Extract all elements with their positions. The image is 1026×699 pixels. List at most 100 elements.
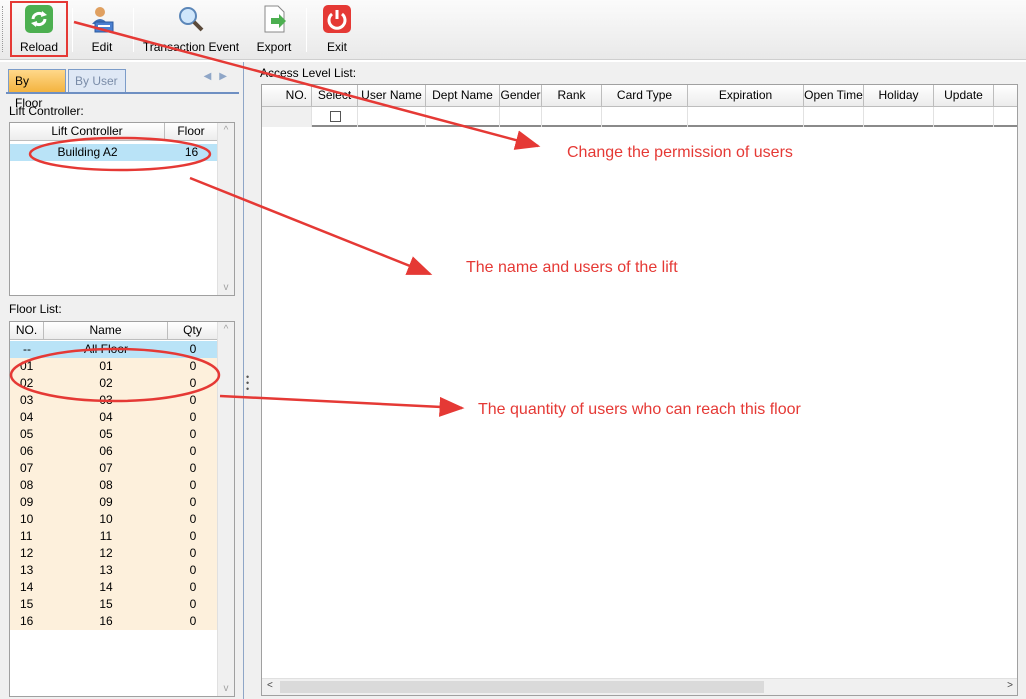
floor-row[interactable]: 16 16 0 bbox=[10, 613, 218, 630]
floor-qty: 0 bbox=[189, 342, 197, 356]
filter-cell[interactable] bbox=[500, 107, 542, 127]
floor-name: 07 bbox=[99, 461, 113, 475]
scroll-up-icon[interactable]: ^ bbox=[218, 324, 234, 335]
floor-row[interactable]: 06 06 0 bbox=[10, 443, 218, 460]
column-header-floor[interactable]: Floor bbox=[165, 123, 218, 141]
floor-no: 14 bbox=[20, 580, 34, 594]
scroll-thumb[interactable] bbox=[280, 681, 764, 693]
filter-cell bbox=[262, 107, 312, 127]
edit-button[interactable]: Edit bbox=[74, 0, 130, 58]
column-header-lift-controller[interactable]: Lift Controller bbox=[10, 123, 165, 141]
column-header-card-type[interactable]: Card Type bbox=[602, 85, 688, 107]
scroll-left-icon[interactable]: < bbox=[267, 680, 273, 691]
floor-name: 15 bbox=[99, 597, 113, 611]
export-button[interactable]: Export bbox=[250, 0, 298, 58]
floor-row[interactable]: 11 11 0 bbox=[10, 528, 218, 545]
column-header-qty[interactable]: Qty bbox=[168, 322, 218, 340]
filter-cell[interactable] bbox=[426, 107, 500, 127]
column-header-expiration[interactable]: Expiration bbox=[688, 85, 804, 107]
floor-row[interactable]: 08 08 0 bbox=[10, 477, 218, 494]
floor-qty: 0 bbox=[189, 614, 197, 628]
reload-highlight-box bbox=[10, 1, 68, 57]
floor-row[interactable]: 04 04 0 bbox=[10, 409, 218, 426]
floor-row[interactable]: 07 07 0 bbox=[10, 460, 218, 477]
scroll-right-icon[interactable]: > bbox=[1007, 680, 1013, 691]
floor-row[interactable]: 10 10 0 bbox=[10, 511, 218, 528]
tab-by-user[interactable]: By User bbox=[68, 69, 126, 93]
column-header-holiday[interactable]: Holiday bbox=[864, 85, 934, 107]
toolbar: Reload Edit Transaction Event Export Exi… bbox=[0, 0, 1026, 60]
splitter-grip: • • • bbox=[246, 372, 250, 394]
tab-divider bbox=[6, 92, 239, 94]
floor-no: 06 bbox=[20, 444, 34, 458]
tab-scroll-arrows[interactable]: ◀▶ bbox=[204, 71, 235, 82]
panel-splitter[interactable]: • • • bbox=[244, 62, 254, 699]
column-header-no-[interactable]: NO. bbox=[262, 85, 312, 107]
lift-controller-label: Lift Controller: bbox=[9, 104, 84, 118]
filter-cell[interactable] bbox=[864, 107, 934, 127]
column-header-no[interactable]: NO. bbox=[10, 322, 44, 340]
floor-row[interactable]: 09 09 0 bbox=[10, 494, 218, 511]
floor-no: -- bbox=[23, 342, 31, 356]
floor-name: 01 bbox=[99, 359, 113, 373]
export-icon bbox=[264, 5, 286, 33]
floor-row[interactable]: 14 14 0 bbox=[10, 579, 218, 596]
floor-name: 03 bbox=[99, 393, 113, 407]
lift-row[interactable]: Building A2 16 bbox=[10, 144, 218, 161]
floor-no: 02 bbox=[20, 376, 34, 390]
floor-row[interactable]: 03 03 0 bbox=[10, 392, 218, 409]
exit-button[interactable]: Exit bbox=[316, 0, 358, 58]
floor-qty: 0 bbox=[189, 410, 197, 424]
horizontal-scrollbar[interactable]: < > bbox=[262, 678, 1017, 695]
export-label: Export bbox=[256, 40, 292, 54]
column-header-user-name[interactable]: User Name bbox=[358, 85, 426, 107]
lift-grid-scrollbar[interactable]: ^ v bbox=[217, 123, 234, 295]
floor-list-grid: NO. Name Qty -- All Floor 0 01 01 0 02 02 0 03 03 0… bbox=[9, 321, 235, 697]
floor-row[interactable]: 15 15 0 bbox=[10, 596, 218, 613]
filter-row bbox=[262, 107, 1017, 127]
floor-name: 09 bbox=[99, 495, 113, 509]
floor-row[interactable]: 02 02 0 bbox=[10, 375, 218, 392]
power-icon bbox=[323, 5, 351, 33]
select-all-checkbox[interactable] bbox=[330, 111, 341, 122]
access-level-grid: NO. Select User Name Dept Name Gender Rank Car… bbox=[261, 84, 1018, 696]
filter-cell[interactable] bbox=[934, 107, 994, 127]
lift-name: Building A2 bbox=[57, 145, 118, 159]
scroll-up-icon[interactable]: ^ bbox=[218, 125, 234, 136]
floor-no: 07 bbox=[20, 461, 34, 475]
magnifier-icon bbox=[179, 7, 204, 32]
access-grid-header: NO. Select User Name Dept Name Gender Rank Car… bbox=[262, 85, 1017, 107]
floor-no: 12 bbox=[20, 546, 34, 560]
transaction-event-button[interactable]: Transaction Event bbox=[138, 0, 244, 58]
column-header-rank[interactable]: Rank bbox=[542, 85, 602, 107]
floor-row[interactable]: 01 01 0 bbox=[10, 358, 218, 375]
floor-row[interactable]: 05 05 0 bbox=[10, 426, 218, 443]
scroll-down-icon[interactable]: v bbox=[218, 683, 234, 694]
floor-name: All Floor bbox=[83, 342, 128, 356]
tab-by-floor[interactable]: By Floor bbox=[8, 69, 66, 110]
floor-row[interactable]: -- All Floor 0 bbox=[10, 341, 218, 358]
floor-no: 04 bbox=[20, 410, 34, 424]
filter-cell[interactable] bbox=[358, 107, 426, 127]
filter-cell[interactable] bbox=[804, 107, 864, 127]
floor-row[interactable]: 12 12 0 bbox=[10, 545, 218, 562]
floor-no: 11 bbox=[20, 529, 33, 543]
filter-cell[interactable] bbox=[602, 107, 688, 127]
column-header-dept-name[interactable]: Dept Name bbox=[426, 85, 500, 107]
toolbar-separator bbox=[306, 8, 307, 52]
filter-cell[interactable] bbox=[688, 107, 804, 127]
floor-grid-scrollbar[interactable]: ^ v bbox=[217, 322, 234, 696]
filter-cell[interactable] bbox=[542, 107, 602, 127]
scroll-down-icon[interactable]: v bbox=[218, 282, 234, 293]
floor-qty: 0 bbox=[189, 359, 197, 373]
column-header-gender[interactable]: Gender bbox=[500, 85, 542, 107]
floor-no: 15 bbox=[20, 597, 34, 611]
floor-qty: 0 bbox=[189, 427, 197, 441]
lift-controller-grid: Lift Controller Floor Building A2 16 ^ v bbox=[9, 122, 235, 296]
column-header-select[interactable]: Select bbox=[312, 85, 358, 107]
column-header-name[interactable]: Name bbox=[44, 322, 168, 340]
column-header-open-time[interactable]: Open Time bbox=[804, 85, 864, 107]
floor-row[interactable]: 13 13 0 bbox=[10, 562, 218, 579]
floor-name: 02 bbox=[99, 376, 113, 390]
column-header-update[interactable]: Update bbox=[934, 85, 994, 107]
